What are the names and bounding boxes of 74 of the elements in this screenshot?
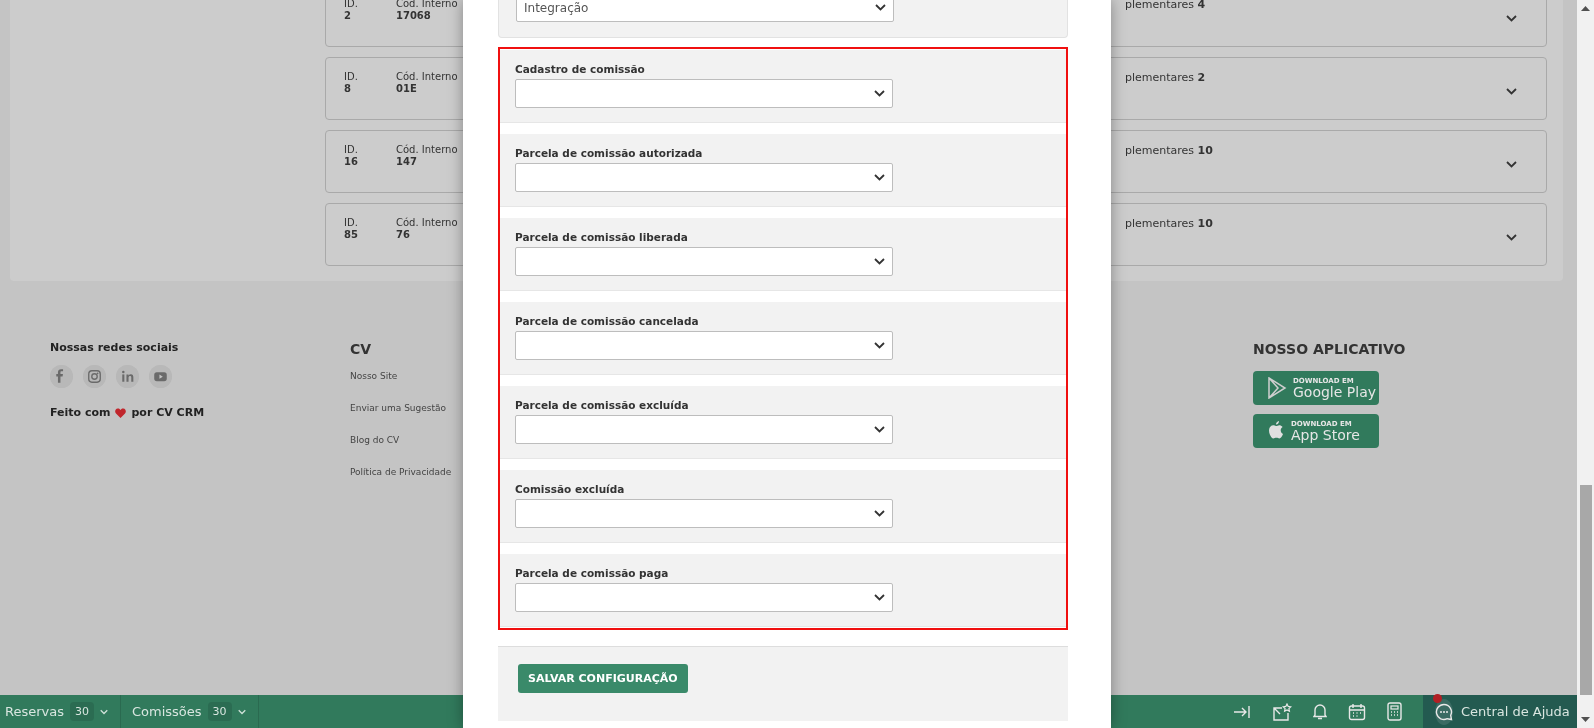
footer-link[interactable]: Enviar uma Sugestão <box>350 403 447 413</box>
chevron-down-icon <box>875 4 886 11</box>
select-field[interactable] <box>515 247 893 276</box>
save-button[interactable]: SALVAR CONFIGURAÇÃO <box>518 664 688 693</box>
field-label: Cód. Interno <box>396 217 458 228</box>
section-title: NOSSO APLICATIVO <box>1253 341 1406 357</box>
chevron-down-icon <box>1506 87 1517 95</box>
calculator-icon[interactable] <box>1387 702 1402 721</box>
scroll-down-icon[interactable] <box>1581 715 1590 723</box>
chevron-down-icon <box>874 90 885 97</box>
chat-bubble-icon <box>1435 702 1453 721</box>
field-value: 8 <box>344 83 351 94</box>
select-field[interactable] <box>515 163 893 192</box>
field-label: plementares 10 <box>1125 144 1213 157</box>
select-field[interactable] <box>515 79 893 108</box>
chevron-down-icon <box>1506 233 1517 241</box>
count-badge: 30 <box>207 702 232 721</box>
chevron-down-icon <box>874 594 885 601</box>
chevron-down-icon <box>1506 160 1517 168</box>
chevron-down-icon <box>874 174 885 181</box>
scroll-up-icon[interactable] <box>1581 5 1590 13</box>
field-label: Cód. Interno <box>396 71 458 82</box>
chevron-down-icon <box>874 258 885 265</box>
footer-link[interactable]: Política de Privacidade <box>350 467 452 477</box>
field-label: plementares 10 <box>1125 217 1213 230</box>
field-label: Parcela de comissão cancelada <box>515 315 700 327</box>
chevron-down-icon <box>874 426 885 433</box>
dock-tab[interactable]: Reservas 30 <box>0 695 121 728</box>
arrow-to-line-icon[interactable] <box>1233 704 1251 719</box>
section-title: Nossas redes sociais <box>50 341 180 354</box>
field-label: Parcela de comissão autorizada <box>515 147 704 159</box>
field-label: plementares 2 <box>1125 71 1206 84</box>
select-field[interactable] <box>515 499 893 528</box>
field-label: Comissão excluída <box>515 483 626 495</box>
field-label: Parcela de comissão paga <box>515 567 670 579</box>
calendar-icon[interactable] <box>1348 702 1366 721</box>
field-label: plementares 4 <box>1125 0 1206 11</box>
chevron-down-icon <box>237 708 246 715</box>
select-field[interactable] <box>515 415 893 444</box>
select-field[interactable]: Integração <box>516 0 894 22</box>
scrollbar-thumb[interactable] <box>1579 485 1592 695</box>
chevron-down-icon <box>1506 14 1517 22</box>
field-value: 17068 <box>396 10 431 21</box>
field-label: ID. <box>344 0 358 9</box>
help-center-button[interactable]: Central de Ajuda <box>1423 695 1577 728</box>
bell-icon[interactable] <box>1313 703 1327 720</box>
field-value: 2 <box>344 10 351 21</box>
footer-text: Feito com <box>50 406 111 419</box>
dock-tab[interactable]: Comissões 30 <box>121 695 259 728</box>
footer-link[interactable]: Nosso Site <box>350 371 398 381</box>
chevron-down-icon <box>874 342 885 349</box>
count-badge: 30 <box>70 702 94 721</box>
field-label: ID. <box>344 144 358 155</box>
chevron-down-icon <box>874 510 885 517</box>
envelope-star-icon[interactable] <box>1272 702 1292 721</box>
footer-link[interactable]: Blog do CV <box>350 435 400 445</box>
field-value: 16 <box>344 156 358 167</box>
chevron-down-icon <box>100 708 108 715</box>
select-field[interactable] <box>515 583 893 612</box>
play-icon <box>1267 377 1287 399</box>
field-value: 147 <box>396 156 417 167</box>
footer-text: por CV CRM <box>131 406 205 419</box>
field-label: ID. <box>344 217 358 228</box>
heart-icon <box>115 407 127 418</box>
field-label: Parcela de comissão liberada <box>515 231 689 243</box>
select-field[interactable] <box>515 331 893 360</box>
field-value: 85 <box>344 229 358 240</box>
field-label: Cadastro de comissão <box>515 63 646 75</box>
field-value: 01E <box>396 83 417 94</box>
field-label: ID. <box>344 71 358 82</box>
field-value: 76 <box>396 229 410 240</box>
field-label: Parcela de comissão excluída <box>515 399 690 411</box>
section-title: CV <box>350 341 373 357</box>
field-label: Cód. Interno <box>396 144 458 155</box>
